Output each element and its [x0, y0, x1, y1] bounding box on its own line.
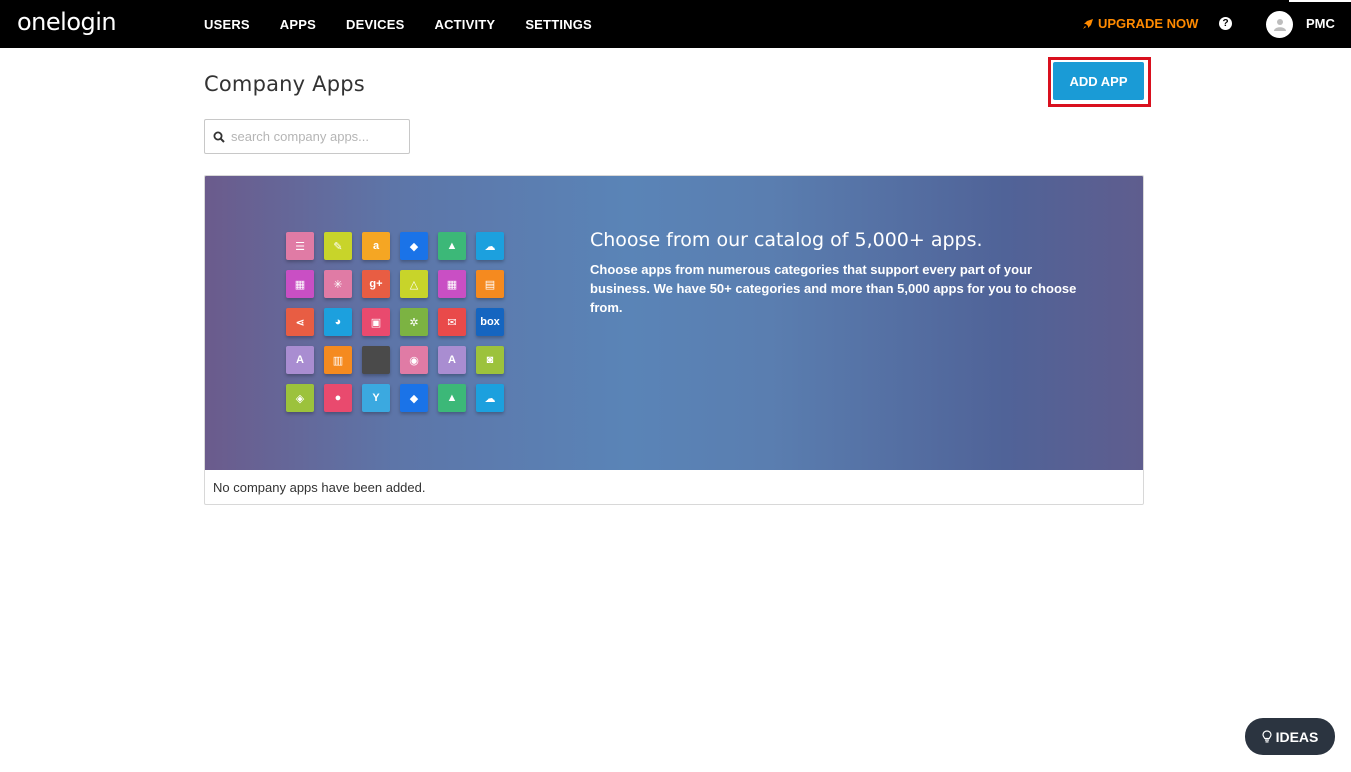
ideas-label: IDEAS — [1275, 728, 1319, 745]
share-icon: ⋖ — [286, 308, 314, 336]
chart-icon: ▲ — [438, 384, 466, 412]
search-icon — [213, 131, 225, 143]
search-box — [204, 119, 410, 154]
banner-title: Choose from our catalog of 5,000+ apps. — [590, 229, 983, 251]
app-icon-grid: ☰ ✎ a ◆ ▲ ☁ ▦ ✳ g+ △ ▦ ▤ ⋖ ◕ ▣ ✲ ✉ box A ▥ ◉ A ◙ ◈ ● Y ◆ ▲ ☁ — [286, 232, 504, 412]
tag-icon: ◈ — [286, 384, 314, 412]
chat-icon: ● — [324, 384, 352, 412]
catalog-banner[interactable]: ☰ ✎ a ◆ ▲ ☁ ▦ ✳ g+ △ ▦ ▤ ⋖ ◕ ▣ ✲ ✉ box A ▥ ◉ A ◙ ◈ ● Y ◆ ▲ ☁ Choose … — [205, 176, 1143, 470]
calendar-icon: ▦ — [438, 270, 466, 298]
empty-state-message: No company apps have been added. — [213, 480, 426, 495]
app-store-icon: A — [286, 346, 314, 374]
google-plus-icon: g+ — [362, 270, 390, 298]
dropbox-icon: ◆ — [400, 232, 428, 260]
android-icon: ◙ — [476, 346, 504, 374]
pie-chart-icon: ◕ — [324, 308, 352, 336]
rocket-icon — [1083, 18, 1093, 29]
pencil-icon: ✎ — [324, 232, 352, 260]
upgrade-now-link[interactable]: UPGRADE NOW — [1082, 16, 1198, 31]
add-app-button[interactable]: ADD APP — [1053, 62, 1144, 100]
rss-icon: ◉ — [400, 346, 428, 374]
list-icon: ☰ — [286, 232, 314, 260]
window-edge — [1289, 0, 1351, 2]
chart-icon: ▲ — [438, 232, 466, 260]
user-icon — [1273, 19, 1286, 31]
amazon-icon: a — [362, 232, 390, 260]
lightbulb-icon — [1261, 730, 1272, 743]
nav-settings[interactable]: SETTINGS — [525, 17, 592, 32]
onelogin-logo[interactable]: onelogin — [17, 8, 117, 36]
apple-icon — [362, 346, 390, 374]
company-apps-panel: ☰ ✎ a ◆ ▲ ☁ ▦ ✳ g+ △ ▦ ▤ ⋖ ◕ ▣ ✲ ✉ box A ▥ ◉ A ◙ ◈ ● Y ◆ ▲ ☁ Choose … — [204, 175, 1144, 505]
layout-icon: ▤ — [476, 270, 504, 298]
app-store-icon: A — [438, 346, 466, 374]
main-nav: USERS APPS DEVICES ACTIVITY SETTINGS — [204, 0, 622, 48]
network-icon: ✳ — [324, 270, 352, 298]
google-drive-icon: △ — [400, 270, 428, 298]
user-menu[interactable]: PMC — [1306, 16, 1335, 31]
nav-users[interactable]: USERS — [204, 17, 250, 32]
calendar-icon: ▦ — [286, 270, 314, 298]
dropbox-icon: ◆ — [400, 384, 428, 412]
page-title: Company Apps — [204, 72, 365, 96]
save-icon: ▥ — [324, 346, 352, 374]
box-icon: box — [476, 308, 504, 336]
office-icon: ▣ — [362, 308, 390, 336]
search-input[interactable] — [231, 129, 401, 144]
mail-icon: ✉ — [438, 308, 466, 336]
nav-activity[interactable]: ACTIVITY — [434, 17, 495, 32]
salesforce-icon: ☁ — [476, 384, 504, 412]
filter-icon: Y — [362, 384, 390, 412]
gear-icon: ✲ — [400, 308, 428, 336]
top-navbar: onelogin USERS APPS DEVICES ACTIVITY SET… — [0, 0, 1351, 48]
upgrade-label: UPGRADE NOW — [1098, 16, 1199, 31]
ideas-button[interactable]: IDEAS — [1245, 718, 1335, 755]
banner-description: Choose apps from numerous categories tha… — [590, 262, 1077, 315]
nav-devices[interactable]: DEVICES — [346, 17, 404, 32]
avatar[interactable] — [1266, 11, 1293, 38]
help-icon[interactable]: ? — [1219, 17, 1232, 30]
nav-apps[interactable]: APPS — [280, 17, 316, 32]
salesforce-icon: ☁ — [476, 232, 504, 260]
